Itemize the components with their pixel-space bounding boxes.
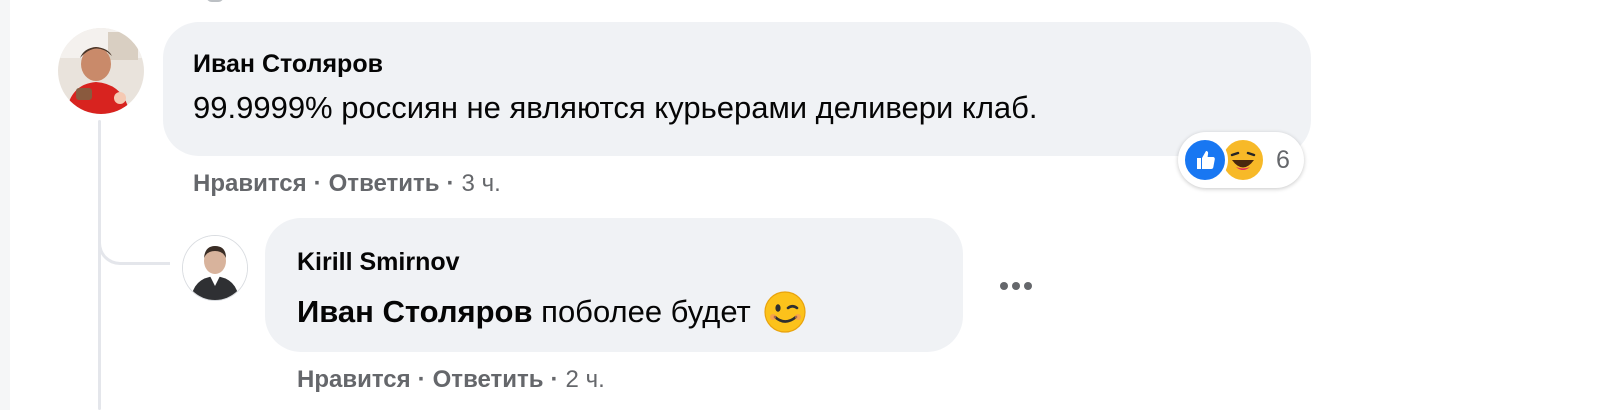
reply-reply-button[interactable]: Ответить <box>433 366 544 394</box>
avatar-photo-kirill <box>183 236 247 300</box>
previous-comment-fragment <box>206 0 224 2</box>
reply-button[interactable]: Ответить <box>329 170 440 198</box>
thread-line <box>98 120 101 410</box>
left-edge-border <box>0 0 10 410</box>
separator: · <box>417 366 426 393</box>
reply-bubble: Kirill Smirnov Иван Столяров поболее буд… <box>265 218 963 352</box>
reply-text: Иван Столяров поболее будет <box>297 290 807 334</box>
like-icon <box>1182 137 1228 183</box>
more-horizontal-icon <box>1000 282 1032 290</box>
reply-avatar[interactable] <box>183 236 247 300</box>
reactions-count: 6 <box>1276 145 1290 174</box>
reply-body: поболее будет <box>532 294 751 329</box>
thread-line-branch <box>98 215 170 265</box>
more-options-button[interactable] <box>992 268 1040 304</box>
avatar[interactable] <box>58 28 144 114</box>
mention-link[interactable]: Иван Столяров <box>297 294 533 330</box>
like-button[interactable]: Нравится <box>193 170 307 198</box>
reactions-summary[interactable]: 6 <box>1178 132 1304 188</box>
reply-like-button[interactable]: Нравится <box>297 366 411 394</box>
reply-timestamp[interactable]: 2 ч. <box>566 366 605 394</box>
separator: · <box>313 170 322 197</box>
comment-author[interactable]: Иван Столяров <box>193 50 383 79</box>
avatar-photo-ivan <box>58 28 144 114</box>
wink-emoji-icon <box>763 290 807 334</box>
separator: · <box>550 366 559 393</box>
reply-author[interactable]: Kirill Smirnov <box>297 248 460 277</box>
comment-text: 99.9999% россиян не являются курьерами д… <box>193 90 1038 125</box>
comment-bubble: Иван Столяров 99.9999% россиян не являют… <box>163 22 1311 156</box>
comment-actions: Нравится · Ответить · 3 ч. <box>193 170 501 198</box>
comment-thread: Иван Столяров 99.9999% россиян не являют… <box>0 0 1600 410</box>
reply-actions: Нравится · Ответить · 2 ч. <box>297 366 605 394</box>
separator: · <box>446 170 455 197</box>
comment-timestamp[interactable]: 3 ч. <box>462 170 501 198</box>
